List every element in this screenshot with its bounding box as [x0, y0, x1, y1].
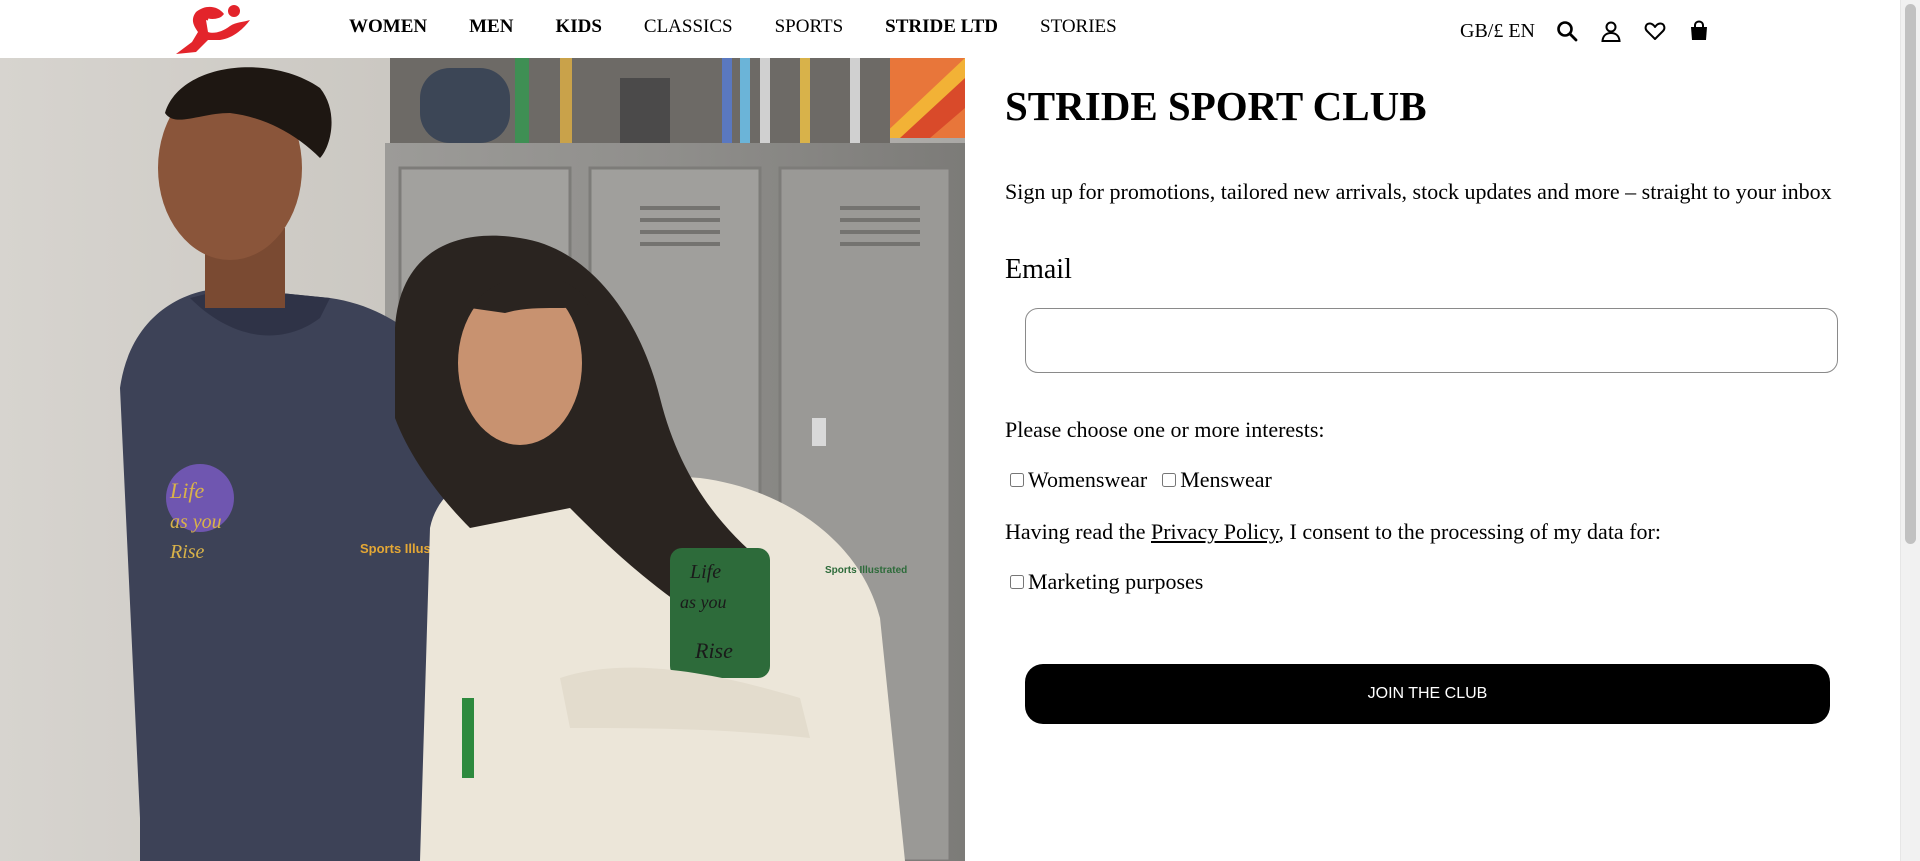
svg-text:as you: as you [170, 511, 222, 533]
nav-kids[interactable]: KIDS [555, 16, 601, 38]
svg-text:Life: Life [169, 478, 204, 503]
interests-group: Womenswear Menswear [1005, 467, 1282, 493]
header-utilities: GB/£ EN [1460, 16, 1711, 46]
wishlist-heart-icon[interactable] [1643, 19, 1667, 43]
account-icon[interactable] [1599, 19, 1623, 43]
consent-text: Having read the Privacy Policy, I consen… [1005, 519, 1661, 545]
nav-sports[interactable]: SPORTS [775, 16, 844, 38]
site-header: WOMEN MEN KIDS CLASSICS SPORTS STRIDE LT… [0, 0, 1900, 58]
scrollbar-thumb[interactable] [1905, 4, 1916, 544]
svg-text:Rise: Rise [694, 638, 733, 663]
svg-text:Rise: Rise [169, 541, 205, 563]
signup-intro-text: Sign up for promotions, tailored new arr… [1005, 179, 1832, 204]
locale-selector[interactable]: GB/£ EN [1460, 20, 1535, 43]
shopping-bag-icon[interactable] [1687, 19, 1711, 43]
nav-men[interactable]: MEN [469, 16, 513, 38]
page-title: STRIDE SPORT CLUB [1005, 83, 1427, 129]
hero-photo: Life as you Rise Sports Illustrated Life… [0, 58, 965, 861]
email-field[interactable] [1025, 308, 1838, 373]
nav-women[interactable]: WOMEN [349, 16, 427, 38]
marketing-checkbox[interactable] [1010, 575, 1024, 589]
nav-stride-ltd[interactable]: STRIDE LTD [885, 16, 998, 38]
hero-illustration: Life as you Rise Sports Illustrated Life… [0, 58, 965, 861]
consent-suffix: , I consent to the processing of my data… [1278, 519, 1661, 544]
womenswear-label[interactable]: Womenswear [1028, 467, 1147, 493]
menswear-checkbox[interactable] [1162, 473, 1177, 487]
search-icon[interactable] [1555, 19, 1579, 43]
svg-text:Sports Illustrated: Sports Illustrated [825, 565, 907, 576]
interests-prompt: Please choose one or more interests: [1005, 417, 1325, 442]
join-club-button[interactable]: JOIN THE CLUB [1025, 664, 1830, 724]
nav-stories[interactable]: STORIES [1040, 16, 1117, 38]
page-scrollbar[interactable] [1900, 0, 1920, 861]
brand-logo[interactable] [172, 2, 254, 55]
main-nav: WOMEN MEN KIDS CLASSICS SPORTS STRIDE LT… [349, 0, 1117, 54]
womenswear-checkbox[interactable] [1010, 473, 1024, 487]
privacy-policy-link[interactable]: Privacy Policy [1151, 519, 1279, 544]
menswear-label[interactable]: Menswear [1180, 467, 1272, 493]
svg-text:Life: Life [689, 561, 721, 583]
nav-classics[interactable]: CLASSICS [644, 16, 733, 38]
consent-prefix: Having read the [1005, 519, 1151, 544]
marketing-consent: Marketing purposes [1005, 569, 1213, 595]
svg-text:as you: as you [680, 592, 727, 612]
email-label: Email [1005, 254, 1072, 285]
runner-logo-icon [176, 5, 250, 55]
marketing-label[interactable]: Marketing purposes [1028, 569, 1203, 595]
